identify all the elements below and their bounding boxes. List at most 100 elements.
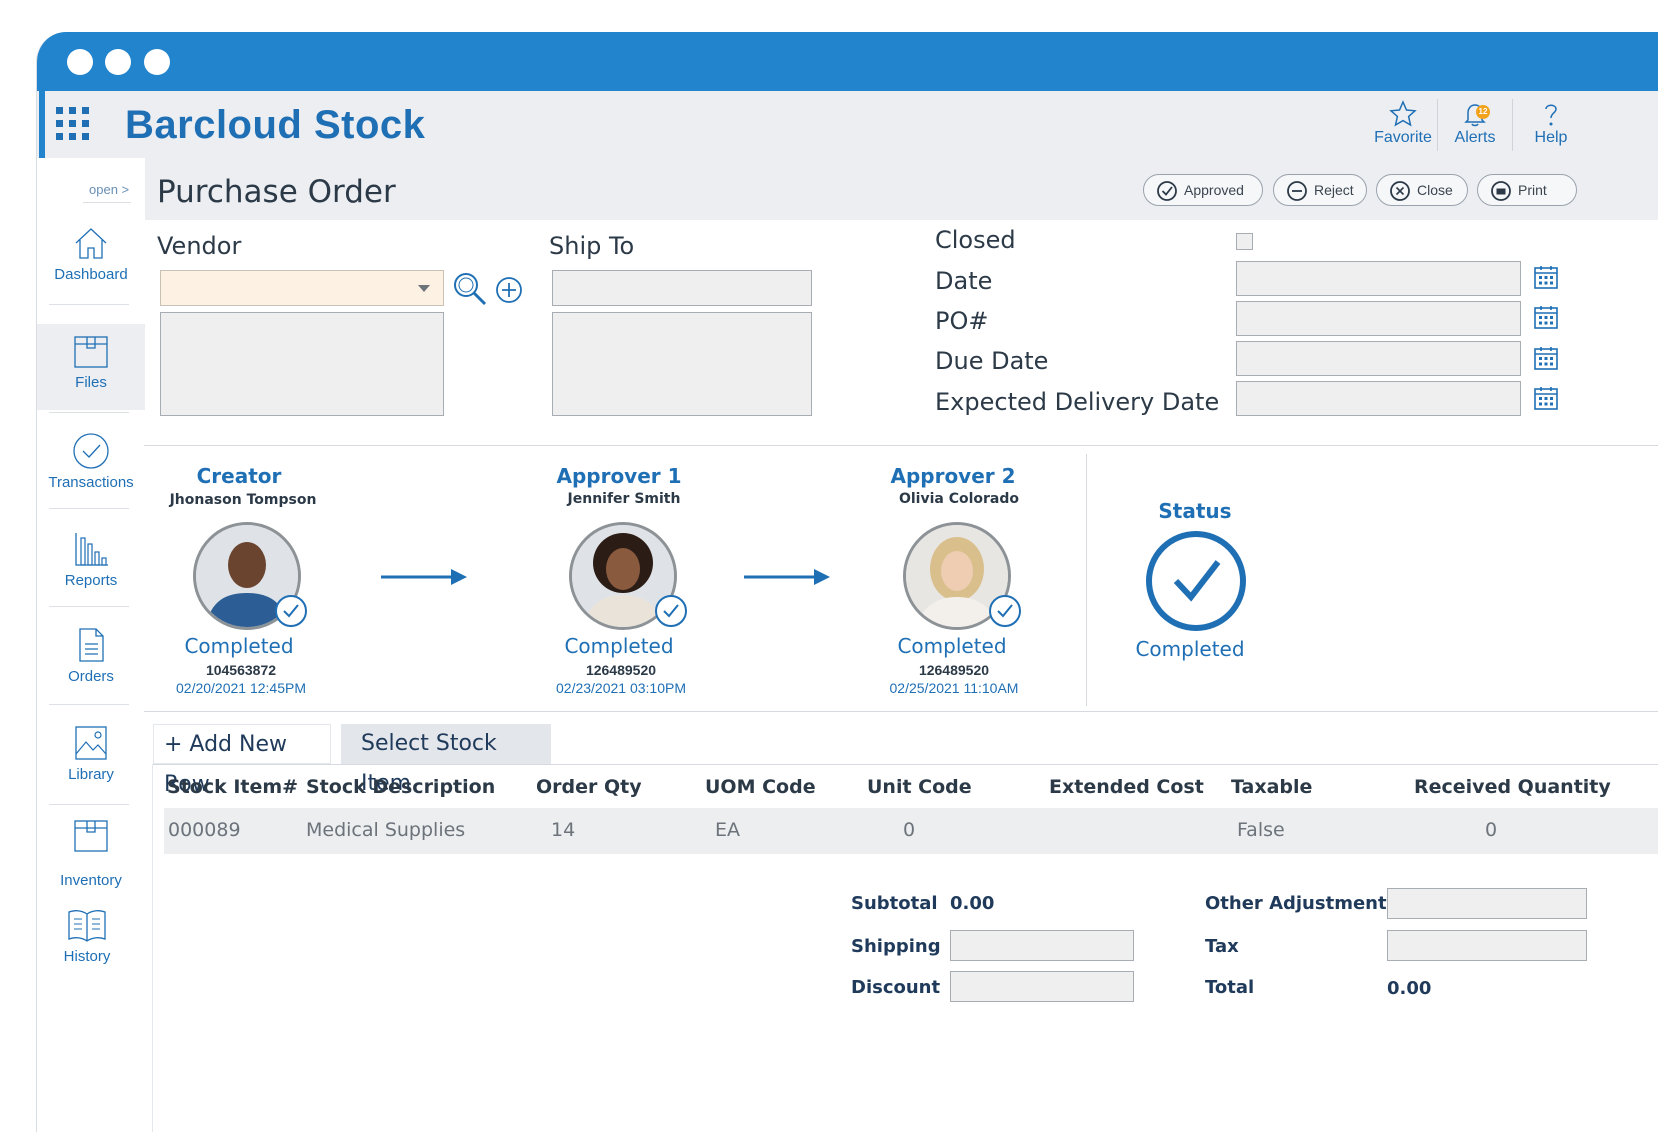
ship-to-address-field[interactable] [552,312,812,416]
add-new-row-button[interactable]: + Add New Row [153,724,331,797]
page-header: Purchase Order Approved Reject Close Pri… [145,158,1658,220]
status-label: Status [1158,499,1232,523]
favorite-button[interactable]: Favorite [1371,99,1435,147]
apps-grid-icon[interactable] [56,107,92,143]
window-dot-maximize[interactable] [144,49,170,75]
date-field[interactable] [1236,261,1521,296]
home-icon [75,228,107,259]
app-bar: Barcloud Stock Favorite 12 Alerts Help [37,91,1658,158]
divider [49,412,129,413]
calendar-icon[interactable] [1533,304,1559,330]
date-label: Date [935,267,993,295]
table-cell: 000089 [168,819,241,841]
window-dot-minimize[interactable] [105,49,131,75]
divider [49,704,129,705]
expected-delivery-field[interactable] [1236,381,1521,416]
discount-field[interactable] [950,971,1134,1002]
app-title: Barcloud Stock [125,103,426,147]
sidebar-item-inventory[interactable]: Inventory [37,816,145,896]
minus-circle-icon [1287,181,1307,201]
column-header[interactable]: Stock Description [306,776,495,798]
table-cell: 0 [903,819,916,841]
sidebar-item-dashboard[interactable]: Dashboard [37,224,145,288]
divider [144,711,1658,712]
reject-button[interactable]: Reject [1273,174,1367,206]
due-date-label: Due Date [935,347,1049,375]
alerts-button[interactable]: 12 Alerts [1447,99,1503,147]
vendor-select[interactable] [160,270,444,306]
check-circle-icon [1157,181,1177,201]
window-dot-close[interactable] [67,49,93,75]
shipping-field[interactable] [950,930,1134,961]
expected-delivery-label: Expected Delivery Date [935,388,1220,416]
print-button[interactable]: Print [1477,174,1577,206]
approved-label: Approved [1184,182,1244,198]
column-header[interactable]: Order Qty [536,776,642,798]
calendar-icon[interactable] [1533,345,1559,371]
divider [1086,454,1087,706]
approver-1-role: Approver 1 [556,464,682,488]
sidebar-item-history[interactable]: History [37,906,141,976]
close-button[interactable]: Close [1376,174,1468,206]
check-circle-icon [1146,531,1246,631]
print-label: Print [1518,182,1547,198]
due-date-field[interactable] [1236,341,1521,376]
column-header[interactable]: Unit Code [867,776,972,798]
topbar-separator [1437,99,1438,151]
column-header[interactable]: Received Quantity [1414,776,1611,798]
box-icon [74,336,108,368]
closed-label: Closed [935,226,1016,254]
po-field[interactable] [1236,301,1521,336]
tax-field[interactable] [1387,930,1587,961]
approver-2-id: 126489520 [918,662,990,678]
column-header[interactable]: Stock Item# [167,776,298,798]
column-header[interactable]: UOM Code [705,776,816,798]
column-header[interactable]: Extended Cost [1049,776,1204,798]
sidebar-item-library[interactable]: Library [37,724,145,794]
creator-name: Jhonason Tompson [169,492,317,508]
bar-chart-icon [75,533,108,566]
total-label: Total [1205,977,1255,998]
ship-to-field[interactable] [552,270,812,306]
creator-role: Creator [196,464,282,488]
app-bar-accent [39,91,45,158]
select-stock-item-button[interactable]: Select Stock Item [341,724,551,796]
sidebar-item-label: Reports [64,572,118,589]
subtotal-value: 0.00 [950,893,995,914]
approver-2-status: Completed [897,634,1007,658]
sidebar-open-link[interactable]: open > [89,182,129,197]
approver-1-date: 02/23/2021 03:10PM [556,680,686,696]
calendar-icon[interactable] [1533,264,1559,290]
help-button[interactable]: Help [1527,99,1575,147]
question-icon [1545,104,1557,126]
shipping-label: Shipping [851,936,941,957]
alerts-count-badge: 12 [1476,105,1490,119]
approver-2-name: Olivia Colorado [898,491,1020,507]
search-icon[interactable] [451,270,489,308]
arrow-right-icon [381,569,467,585]
tax-label: Tax [1205,936,1239,957]
sidebar-item-label: Library [68,766,114,783]
calendar-icon[interactable] [1533,385,1559,411]
page-title: Purchase Order [157,174,396,210]
sidebar-item-files[interactable]: Files [37,324,145,410]
other-adjustment-field[interactable] [1387,888,1587,919]
column-header[interactable]: Taxable [1231,776,1312,798]
add-circle-icon[interactable] [495,276,523,304]
completed-check-icon [655,595,687,627]
completed-check-icon [275,595,307,627]
close-label: Close [1417,182,1453,198]
other-adjustment-label: Other Adjustment [1205,893,1387,914]
alerts-label: Alerts [1454,129,1496,146]
completed-check-icon [989,595,1021,627]
approved-button[interactable]: Approved [1143,174,1263,206]
divider [49,804,129,805]
reject-label: Reject [1314,182,1354,198]
table-cell: 14 [551,819,576,841]
sidebar-item-reports[interactable]: Reports [37,530,145,600]
vendor-address-field[interactable] [160,312,444,416]
closed-checkbox[interactable] [1236,233,1253,250]
window-titlebar [37,32,1658,91]
approver-2-date: 02/25/2021 11:10AM [889,680,1019,696]
table-cell: EA [715,819,741,841]
